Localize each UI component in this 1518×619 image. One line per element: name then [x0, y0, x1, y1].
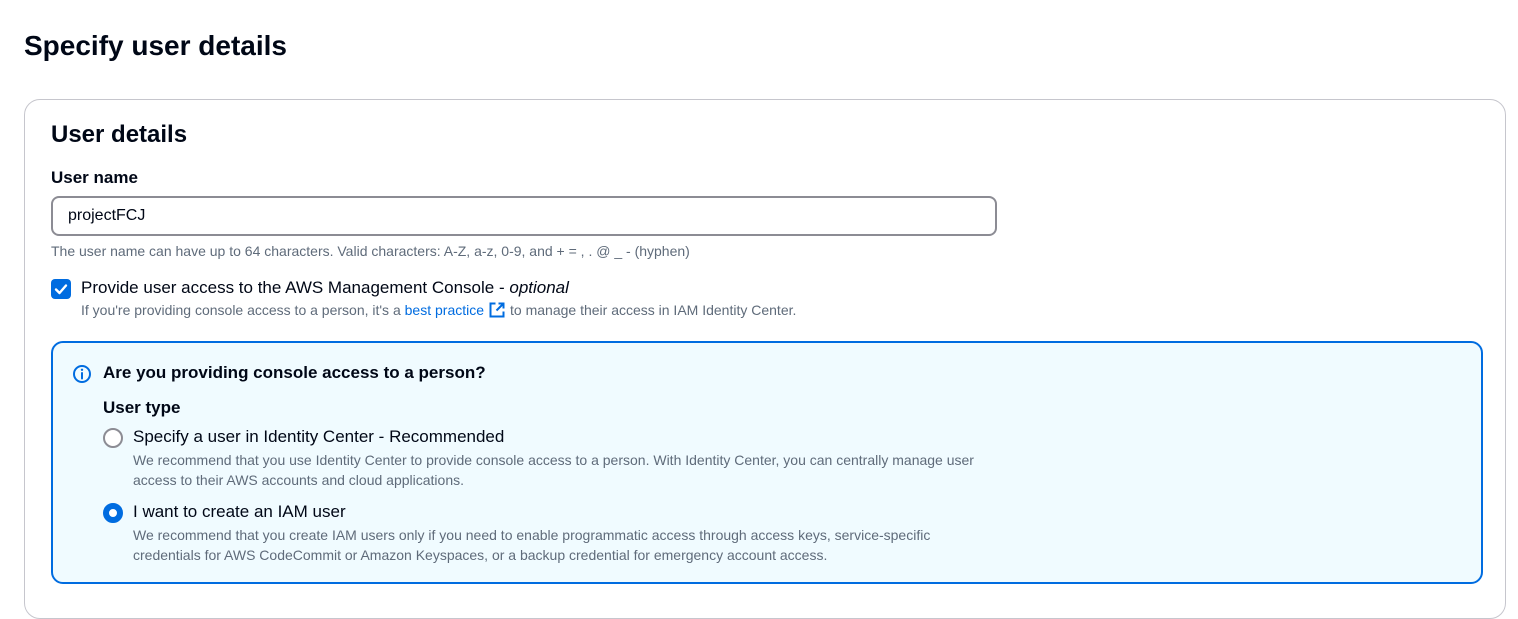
checkmark-icon: [54, 284, 68, 295]
iam-user-radio-description: We recommend that you create IAM users o…: [133, 527, 931, 563]
external-link-icon: [488, 301, 506, 324]
iam-user-radio-label[interactable]: I want to create an IAM user: [133, 500, 346, 524]
console-access-checkbox[interactable]: [51, 279, 71, 299]
identity-center-radio-description: We recommend that you use Identity Cente…: [133, 452, 974, 488]
page-title: Specify user details: [24, 30, 288, 61]
info-box-header: Are you providing console access to a pe…: [103, 363, 486, 382]
console-access-desc-before: If you're providing console access to a …: [81, 302, 405, 318]
iam-user-radio[interactable]: [103, 503, 123, 523]
user-details-title: User details: [51, 121, 188, 148]
console-access-label-text: Provide user access to the AWS Managemen…: [81, 278, 510, 297]
console-access-description: If you're providing console access to a …: [81, 300, 796, 324]
console-access-info-box: Are you providing console access to a pe…: [51, 341, 1483, 584]
console-access-desc-after: to manage their access in IAM Identity C…: [510, 302, 797, 318]
user-name-input[interactable]: [51, 196, 997, 236]
identity-center-radio[interactable]: [103, 428, 123, 448]
best-practice-link[interactable]: best practice: [405, 302, 510, 318]
user-type-label: User type: [103, 398, 181, 417]
identity-center-radio-label[interactable]: Specify a user in Identity Center - Reco…: [133, 425, 504, 449]
user-name-label: User name: [51, 168, 138, 187]
info-icon: [73, 365, 91, 383]
optional-tag: optional: [509, 278, 569, 297]
best-practice-link-text: best practice: [404, 302, 485, 318]
user-name-hint: The user name can have up to 64 characte…: [51, 243, 690, 259]
console-access-label[interactable]: Provide user access to the AWS Managemen…: [81, 276, 569, 300]
user-details-container: User details User name The user name can…: [24, 99, 1506, 619]
